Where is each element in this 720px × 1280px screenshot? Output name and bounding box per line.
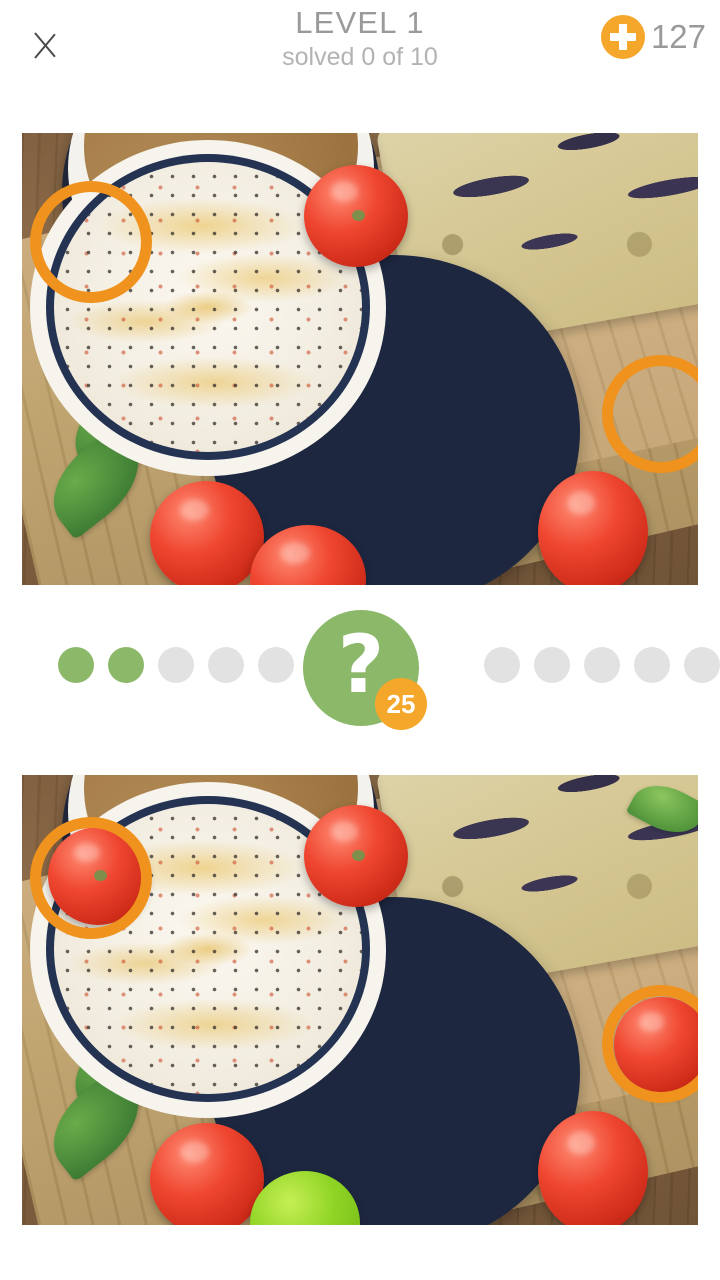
progress-dots-left: [58, 647, 294, 683]
tomato: [538, 1111, 648, 1225]
progress-dot: [634, 647, 670, 683]
tomato: [304, 165, 408, 267]
bottom-photo[interactable]: [22, 775, 698, 1225]
hint-count-badge: 25: [375, 678, 427, 730]
coin-count: 127: [650, 18, 706, 55]
progress-dot: [684, 647, 720, 683]
page-title: LEVEL 1: [295, 5, 425, 40]
tomato: [538, 471, 648, 585]
back-button[interactable]: [6, 0, 86, 90]
tomato: [304, 805, 408, 907]
difference-marker[interactable]: [30, 817, 152, 939]
plus-coin-icon: [600, 15, 645, 59]
progress-dot: [534, 647, 570, 683]
level-progress-text: solved 0 of 10: [282, 43, 438, 71]
progress-dot: [484, 647, 520, 683]
progress-bar-row: ? 25: [0, 585, 720, 775]
progress-dot: [258, 647, 294, 683]
bottom-photo-scene: [22, 775, 698, 1225]
header-title-block: LEVEL 1 solved 0 of 10: [180, 4, 540, 72]
hint-button[interactable]: ? 25: [303, 610, 427, 730]
chevron-left-icon: [31, 19, 61, 71]
difference-marker[interactable]: [30, 181, 152, 303]
tomato: [150, 481, 264, 585]
tomato: [150, 1123, 264, 1225]
progress-dot: [208, 647, 244, 683]
header-bar: LEVEL 1 solved 0 of 10 127: [0, 0, 720, 110]
coin-balance-button[interactable]: 127: [600, 13, 706, 61]
progress-dot: [58, 647, 94, 683]
game-screen: LEVEL 1 solved 0 of 10 127 ? 25: [0, 0, 720, 1280]
progress-dot: [158, 647, 194, 683]
progress-dot: [108, 647, 144, 683]
progress-dot: [584, 647, 620, 683]
progress-dots-right: [484, 647, 720, 683]
top-photo-scene: [22, 133, 698, 585]
top-photo[interactable]: [22, 133, 698, 585]
